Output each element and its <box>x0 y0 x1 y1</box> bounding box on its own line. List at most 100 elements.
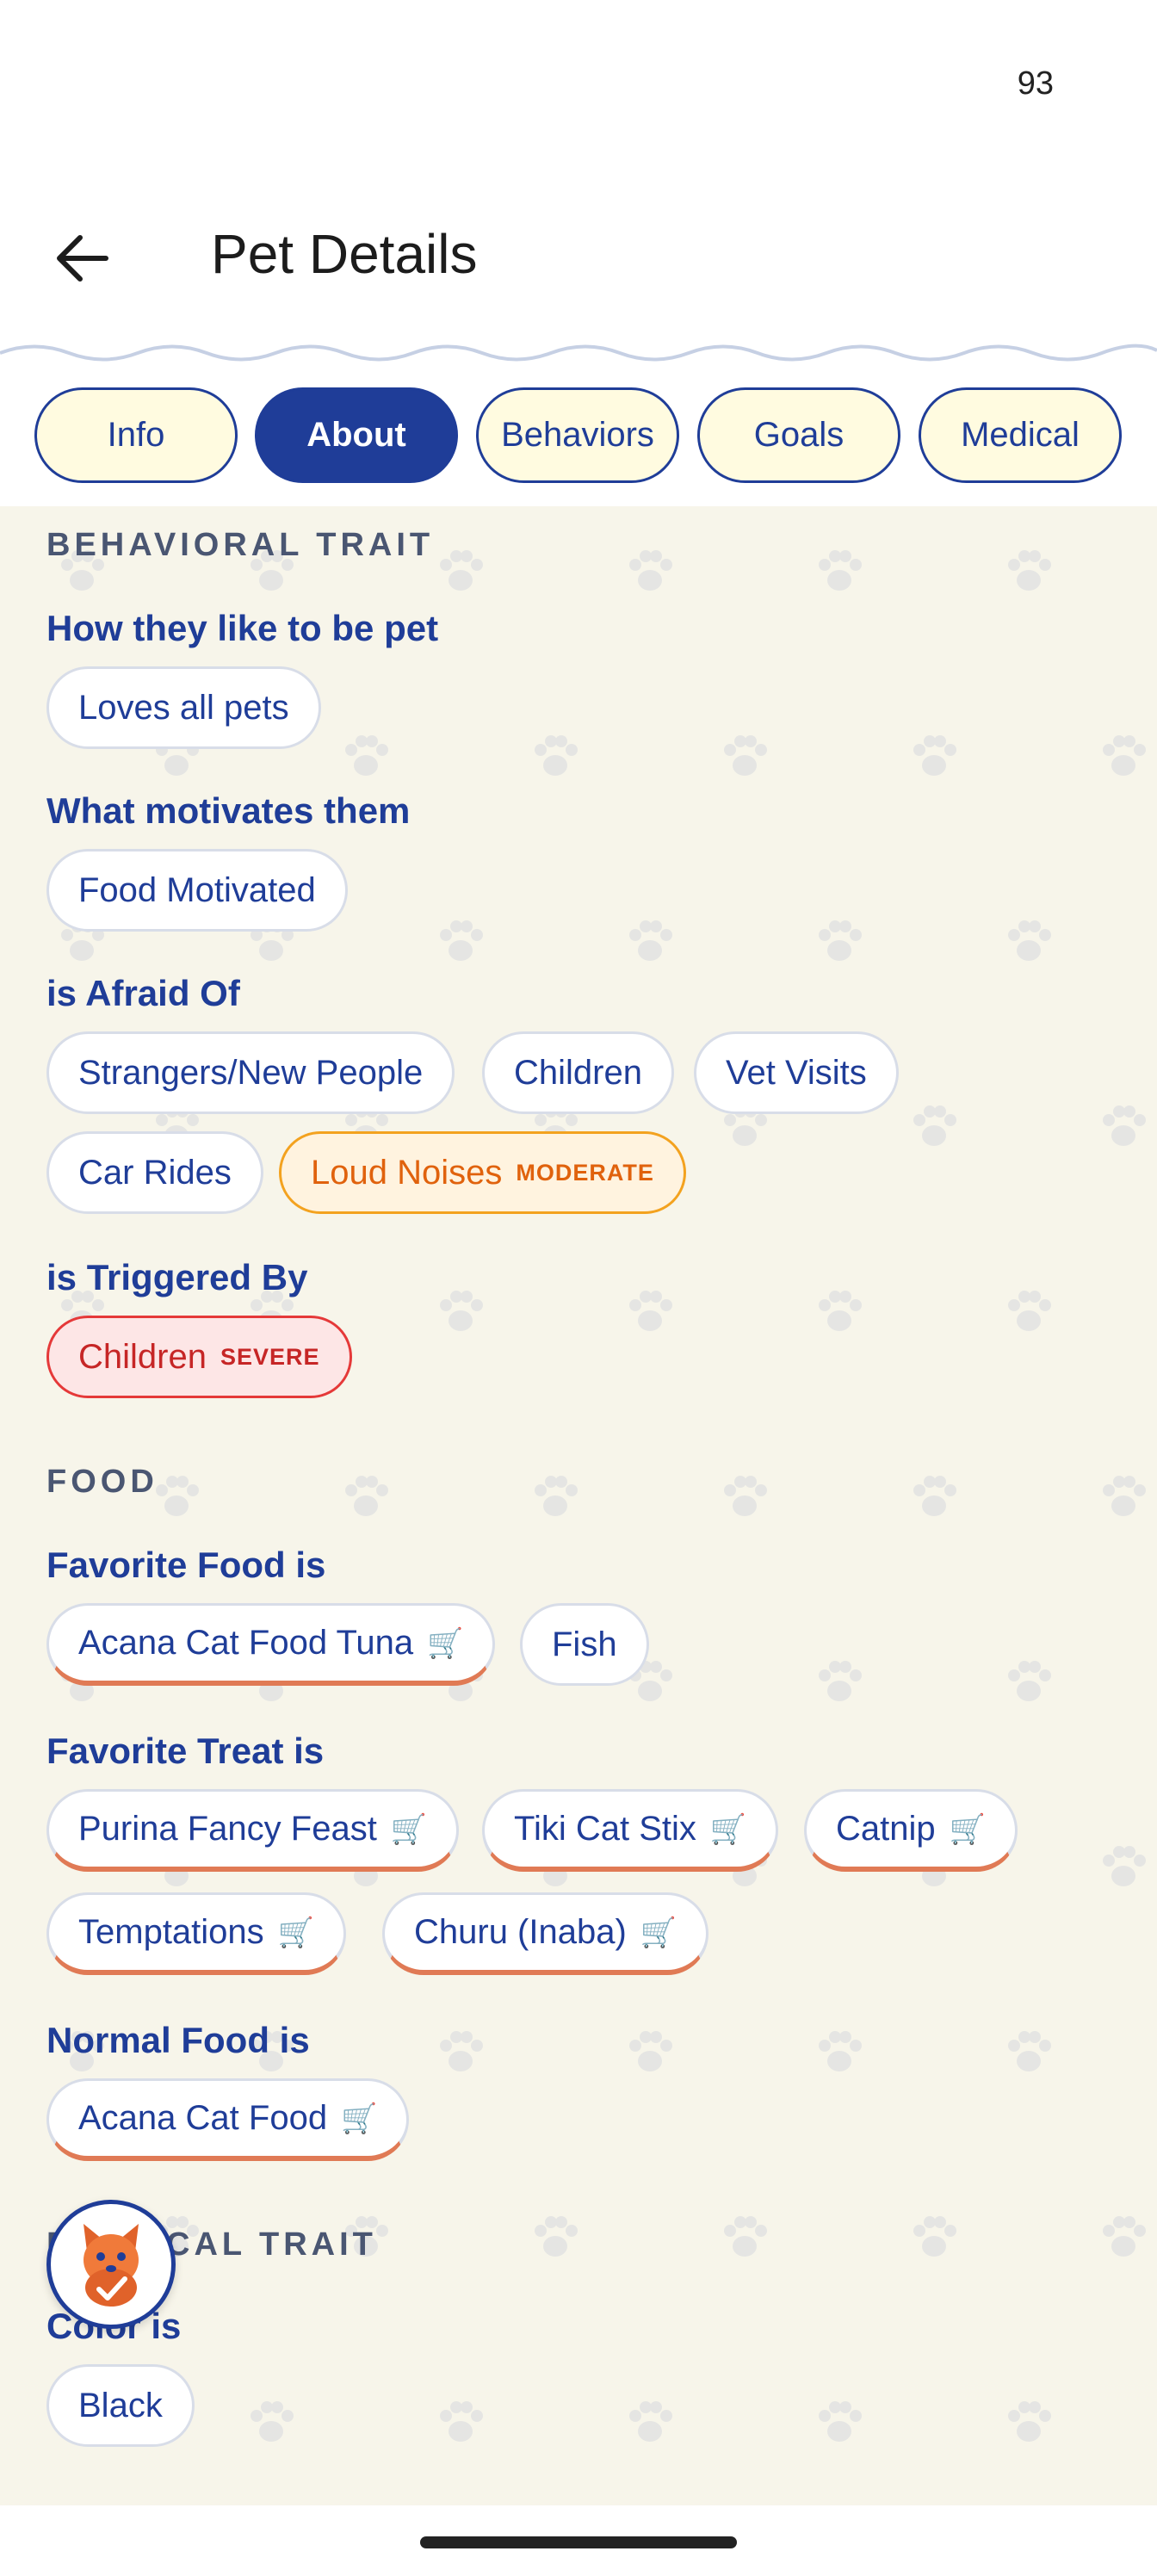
back-button[interactable] <box>34 215 129 301</box>
severity-badge: MODERATE <box>516 1159 654 1186</box>
tab-info[interactable]: Info <box>34 387 238 483</box>
paw-print-icon <box>904 2207 964 2267</box>
arrow-left-icon <box>57 235 108 282</box>
chip-label: Acana Cat Food <box>78 2099 328 2137</box>
paw-print-icon <box>525 2207 585 2267</box>
chip-color-black[interactable]: Black <box>46 2364 195 2447</box>
chip-afraid-car-rides[interactable]: Car Rides <box>46 1131 263 1214</box>
chip-treat-purina[interactable]: Purina Fancy Feast 🛒 <box>46 1789 460 1872</box>
chip-normal-food-acana[interactable]: Acana Cat Food 🛒 <box>46 2078 410 2161</box>
tab-goals[interactable]: Goals <box>697 387 900 483</box>
home-indicator[interactable] <box>420 2536 737 2548</box>
cart-icon: 🛒 <box>341 2102 378 2135</box>
section-header-food: FOOD <box>46 1464 158 1500</box>
cart-icon: 🛒 <box>390 1812 428 1846</box>
paw-print-icon <box>999 2392 1059 2452</box>
paw-print-icon <box>715 2207 775 2267</box>
paw-print-icon <box>809 1651 869 1712</box>
app-bar: Pet Details <box>0 189 1157 319</box>
paw-print-icon <box>1093 1466 1154 1526</box>
paw-print-icon <box>525 1466 585 1526</box>
chip-label: Children <box>78 1337 207 1376</box>
paw-print-icon <box>999 1651 1059 1712</box>
label-pet-preference: How they like to be pet <box>46 608 439 648</box>
chip-label: Loves all pets <box>78 688 289 727</box>
chip-treat-churu[interactable]: Churu (Inaba) 🛒 <box>382 1892 709 1975</box>
chip-pet-preference[interactable]: Loves all pets <box>46 666 321 749</box>
cart-icon: 🛒 <box>427 1626 464 1660</box>
chip-favorite-food-fish[interactable]: Fish <box>520 1603 649 1686</box>
label-motivation: What motivates them <box>46 790 411 831</box>
paw-print-icon <box>430 2022 491 2082</box>
paw-print-icon <box>430 541 491 601</box>
paw-print-icon <box>809 911 869 971</box>
chip-afraid-strangers[interactable]: Strangers/New People <box>46 1031 455 1114</box>
paw-print-icon <box>715 726 775 786</box>
chip-favorite-food-acana-tuna[interactable]: Acana Cat Food Tuna 🛒 <box>46 1603 496 1686</box>
paw-print-icon <box>1093 726 1154 786</box>
chip-label: Catnip <box>836 1810 936 1848</box>
status-bar: 93 <box>0 0 1157 172</box>
paw-print-icon <box>336 726 396 786</box>
paw-print-icon <box>999 911 1059 971</box>
chip-label: Tiki Cat Stix <box>514 1810 696 1848</box>
chip-label: Food Motivated <box>78 870 316 909</box>
chip-motivation[interactable]: Food Motivated <box>46 849 348 932</box>
paw-print-icon <box>620 1281 680 1341</box>
status-time: 93 <box>1017 65 1054 102</box>
chip-afraid-children[interactable]: Children <box>482 1031 674 1114</box>
paw-print-icon <box>1093 1096 1154 1156</box>
section-header-behavioral: BEHAVIORAL TRAIT <box>46 527 435 563</box>
paw-print-icon <box>999 2022 1059 2082</box>
chip-treat-catnip[interactable]: Catnip 🛒 <box>804 1789 1018 1872</box>
paw-print-icon <box>241 2392 301 2452</box>
chip-label: Acana Cat Food Tuna <box>78 1624 414 1662</box>
paw-print-icon <box>430 1281 491 1341</box>
severity-badge: SEVERE <box>220 1343 320 1370</box>
tab-medical[interactable]: Medical <box>919 387 1122 483</box>
paw-print-icon <box>1093 1836 1154 1897</box>
system-nav-bar <box>0 2505 1157 2576</box>
chip-treat-tiki[interactable]: Tiki Cat Stix 🛒 <box>482 1789 779 1872</box>
paw-print-icon <box>999 541 1059 601</box>
chip-afraid-vet-visits[interactable]: Vet Visits <box>694 1031 899 1114</box>
paw-print-icon <box>430 2392 491 2452</box>
label-triggered-by: is Triggered By <box>46 1257 308 1297</box>
chip-label: Churu (Inaba) <box>414 1913 627 1951</box>
tab-about[interactable]: About <box>255 387 458 483</box>
page-title: Pet Details <box>211 223 478 285</box>
paw-print-icon <box>1093 2207 1154 2267</box>
label-normal-food: Normal Food is <box>46 2020 310 2060</box>
chip-afraid-loud-noises[interactable]: Loud Noises MODERATE <box>279 1131 686 1214</box>
chip-label: Strangers/New People <box>78 1053 424 1092</box>
label-favorite-food: Favorite Food is <box>46 1545 326 1585</box>
chip-label: Temptations <box>78 1913 264 1951</box>
paw-print-icon <box>999 1281 1059 1341</box>
tab-behaviors[interactable]: Behaviors <box>476 387 679 483</box>
paw-print-icon <box>430 911 491 971</box>
cart-icon: 🛒 <box>949 1812 986 1846</box>
chip-label: Fish <box>552 1625 617 1663</box>
chip-label: Purina Fancy Feast <box>78 1810 377 1848</box>
wave-divider <box>0 344 1157 362</box>
cart-icon: 🛒 <box>709 1812 747 1846</box>
content-scroll[interactable]: BEHAVIORAL TRAIT How they like to be pet… <box>0 506 1157 2505</box>
chip-treat-temptations[interactable]: Temptations 🛒 <box>46 1892 347 1975</box>
chip-label: Vet Visits <box>726 1053 867 1092</box>
paw-print-icon <box>525 726 585 786</box>
paw-print-icon <box>620 2022 680 2082</box>
paw-print-icon <box>809 2392 869 2452</box>
chip-label: Children <box>514 1053 642 1092</box>
cart-icon: 🛒 <box>640 1916 677 1949</box>
paw-print-icon <box>809 2022 869 2082</box>
pet-assistant-fab[interactable] <box>46 2200 176 2329</box>
paw-print-icon <box>715 1466 775 1526</box>
paw-print-icon <box>336 1466 396 1526</box>
cart-icon: 🛒 <box>277 1916 315 1949</box>
chip-triggered-children[interactable]: Children SEVERE <box>46 1316 352 1398</box>
paw-print-icon <box>809 541 869 601</box>
paw-print-icon <box>620 541 680 601</box>
tab-bar: Info About Behaviors Goals Medical <box>34 387 1128 486</box>
chip-label: Loud Noises <box>311 1153 503 1192</box>
paw-print-icon <box>904 1466 964 1526</box>
